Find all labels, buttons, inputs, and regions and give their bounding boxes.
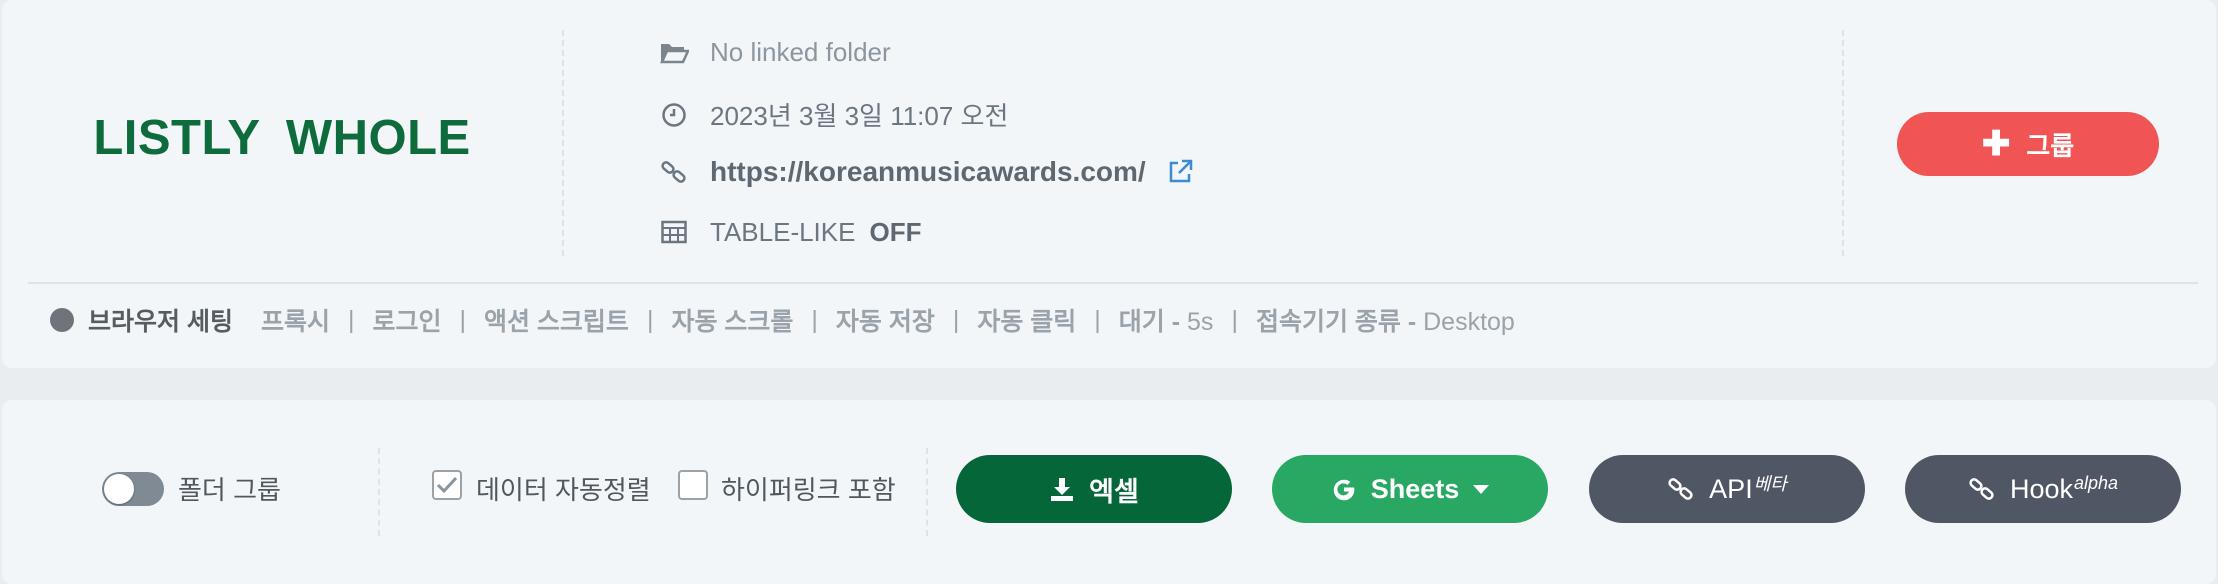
separator: | <box>347 305 355 334</box>
datetime-row: 2023년 3월 3일 11:07 오전 <box>658 96 1008 133</box>
linked-folder-row: No linked folder <box>658 36 891 68</box>
status-dot-icon <box>50 308 74 332</box>
url-row: https://koreanmusicawards.com/ <box>658 156 1194 188</box>
excel-label: 엑셀 <box>1089 476 1139 507</box>
device-label: 접속기기 종류 - <box>1255 308 1417 336</box>
folder-group-toggle[interactable] <box>102 472 164 506</box>
toggle-knob <box>104 474 134 504</box>
table-like-label: TABLE-LIKE <box>710 216 856 247</box>
google-sheets-button[interactable]: Sheets <box>1272 455 1548 523</box>
linked-folder-text: No linked folder <box>710 36 891 67</box>
chevron-down-icon <box>1473 484 1490 494</box>
link-icon <box>1667 475 1695 503</box>
checkmark-icon <box>436 476 458 494</box>
add-group-button[interactable]: ✚ 그룹 <box>1897 112 2159 176</box>
separator: | <box>811 305 818 334</box>
divider <box>28 282 2198 284</box>
plus-icon: ✚ <box>1981 125 2011 163</box>
extraction-summary-card: LISTLY WHOLE No linked folder 2023년 3월 3… <box>2 0 2216 368</box>
google-icon <box>1331 476 1357 502</box>
separator: | <box>459 305 466 334</box>
separator: | <box>1094 305 1101 334</box>
hook-label: Hook <box>2009 473 2073 504</box>
setting-auto-click[interactable]: 자동 클릭 <box>977 302 1076 338</box>
link-icon <box>658 156 690 188</box>
api-badge: 베타 <box>1753 474 1787 494</box>
include-hyperlink-checkbox[interactable] <box>678 470 708 500</box>
api-button[interactable]: API 베타 <box>1589 455 1865 523</box>
datetime-text: 2023년 3월 3일 11:07 오전 <box>710 101 1009 131</box>
table-like-row: TABLE-LIKE OFF <box>658 216 921 248</box>
auto-align-label: 데이터 자동정렬 <box>476 475 651 505</box>
hook-button[interactable]: Hook alpha <box>1905 455 2181 523</box>
separator: | <box>1231 305 1238 334</box>
source-url-link[interactable]: https://koreanmusicawards.com/ <box>710 156 1146 188</box>
clock-icon <box>658 99 690 131</box>
setting-action-script[interactable]: 액션 스크립트 <box>484 302 629 338</box>
download-icon <box>1049 476 1075 502</box>
setting-proxy[interactable]: 프록시 <box>261 302 330 338</box>
page-title: LISTLY WHOLE <box>93 111 471 165</box>
setting-device-type[interactable]: 접속기기 종류 - Desktop <box>1256 302 1515 338</box>
separator: | <box>952 305 960 334</box>
folder-open-icon <box>658 36 690 68</box>
hook-badge: alpha <box>2073 472 2119 493</box>
divider <box>926 448 928 536</box>
wait-value: 5s <box>1187 308 1214 336</box>
auto-align-checkbox[interactable] <box>432 470 462 500</box>
table-icon <box>658 216 690 248</box>
device-value: Desktop <box>1423 308 1515 336</box>
external-link-icon[interactable] <box>1166 158 1194 186</box>
setting-auto-scroll[interactable]: 자동 스크롤 <box>671 302 793 338</box>
setting-wait[interactable]: 대기 - 5s <box>1119 302 1214 338</box>
browser-settings-bar: 브라우저 세팅 프록시 | 로그인 | 액션 스크립트 | 자동 스크롤 | 자… <box>50 302 1515 338</box>
api-label: API <box>1709 473 1753 504</box>
setting-auto-save[interactable]: 자동 저장 <box>836 302 935 338</box>
setting-login[interactable]: 로그인 <box>372 302 441 338</box>
include-hyperlink-label: 하이퍼링크 포함 <box>721 475 896 505</box>
browser-settings-label[interactable]: 브라우저 세팅 <box>88 302 233 338</box>
separator: | <box>646 305 654 334</box>
excel-download-button[interactable]: 엑셀 <box>956 455 1232 523</box>
wait-label: 대기 - <box>1118 308 1181 336</box>
table-like-status: OFF <box>869 216 922 247</box>
divider <box>1842 30 1844 256</box>
link-icon <box>1968 475 1996 503</box>
divider <box>378 448 380 536</box>
sheets-label: Sheets <box>1370 473 1460 504</box>
add-group-label: 그룹 <box>2026 130 2075 161</box>
divider <box>562 30 564 256</box>
folder-group-label: 폴더 그룹 <box>178 475 281 505</box>
